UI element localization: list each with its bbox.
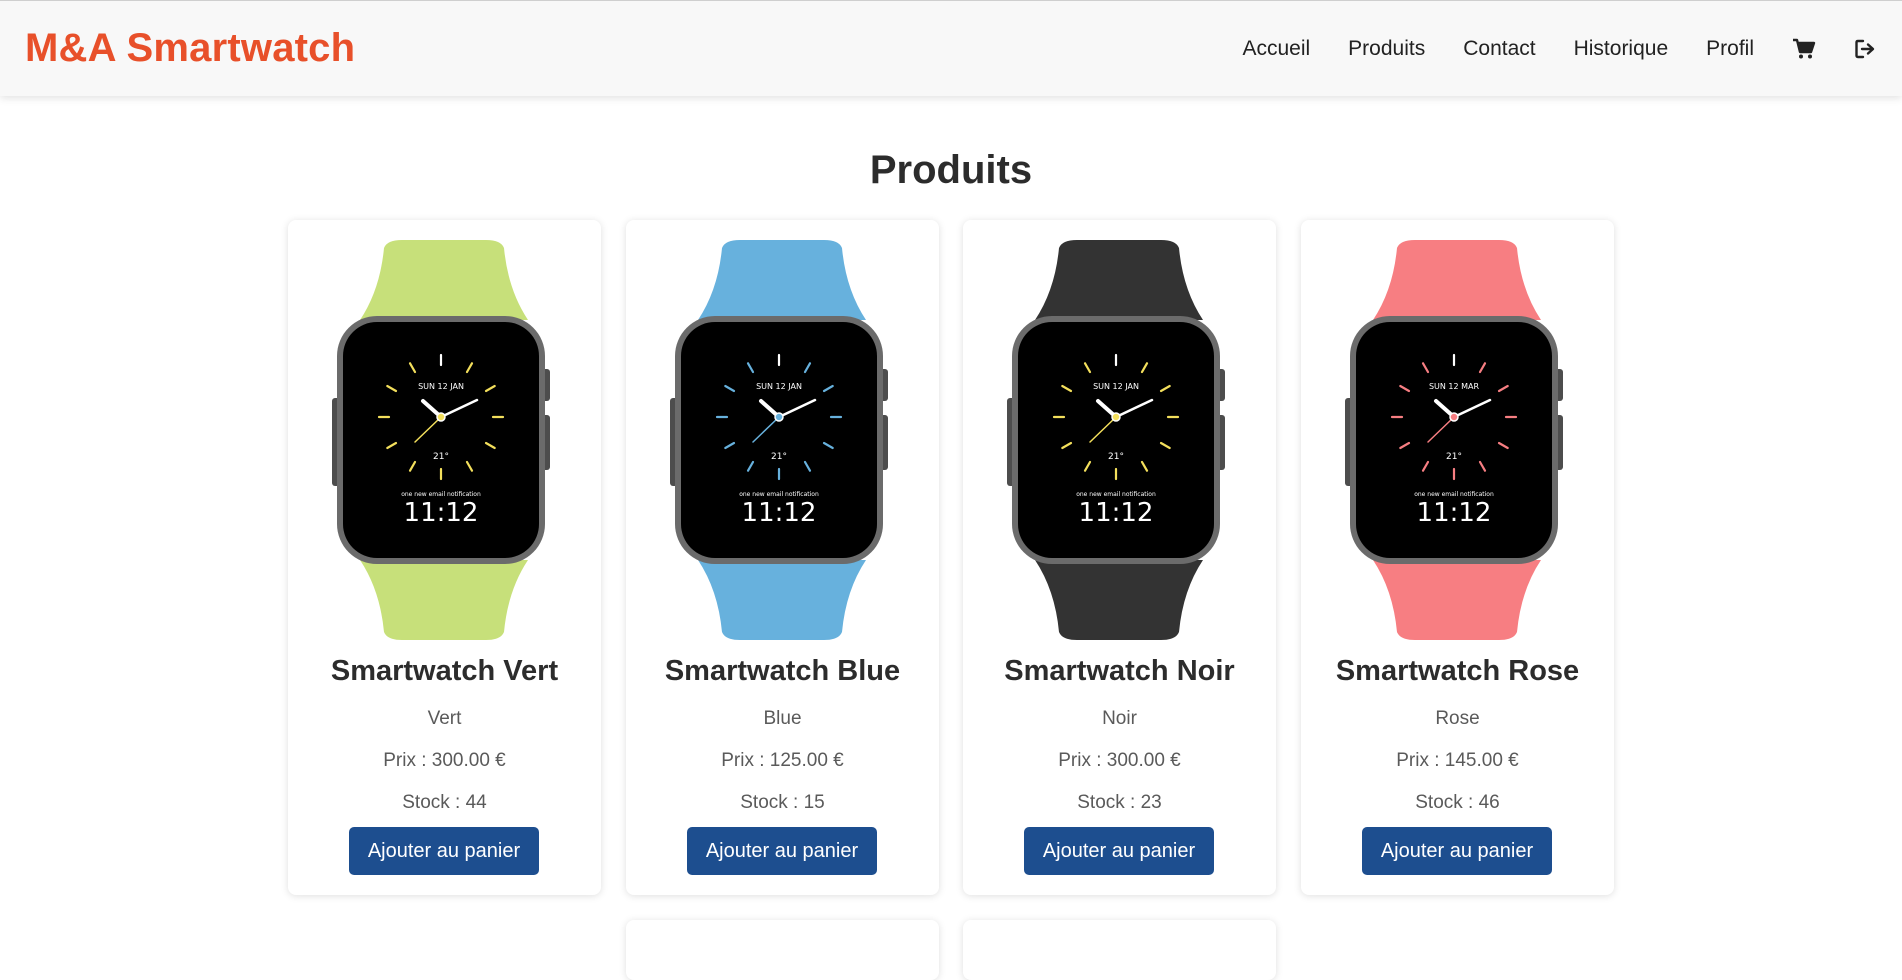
hand-pivot [1449,412,1459,422]
face-date: SUN 12 JAN [756,382,802,391]
product-price: Prix : 145.00 € [1396,750,1519,771]
product-name: Smartwatch Noir [1004,655,1235,687]
watch-image: SUN 12 JAN 21° one new email notification1… [670,240,888,640]
navbar: M&A Smartwatch Accueil Produits Contact … [0,0,1902,96]
product-card-partial [626,920,939,980]
add-to-cart-button[interactable]: Ajouter au panier [349,827,539,875]
main-nav: Accueil Produits Contact Historique Prof… [1204,37,1876,61]
face-temp: 21° [1446,452,1462,462]
nav-contact[interactable]: Contact [1463,37,1535,61]
face-time: 11:12 [742,498,817,528]
face-time: 11:12 [404,498,479,528]
product-card: SUN 12 JAN 21° one new email notification 1… [963,220,1276,895]
watch-band-top [1373,240,1541,320]
face-notice: one new email notification [739,491,819,498]
product-name: Smartwatch Blue [664,655,901,687]
product-card: SUN 12 JAN 21° one new email notification 1… [626,220,939,895]
product-color: Noir [1102,708,1137,729]
watch-band-top [1035,240,1203,320]
hand-pivot [1111,412,1121,422]
hand-pivot [774,412,784,422]
face-temp: 21° [771,452,787,462]
product-name: Smartwatch Vert [330,655,559,687]
add-to-cart-button[interactable]: Ajouter au panier [1024,827,1214,875]
product-card: SUN 12 MAR 21° one new email notification 1… [1301,220,1614,895]
watch-band-bottom [360,560,528,640]
nav-accueil[interactable]: Accueil [1242,37,1310,61]
face-temp: 21° [1108,452,1124,462]
brand-logo[interactable]: M&A Smartwatch [25,26,355,71]
add-to-cart-button[interactable]: Ajouter au panier [1362,827,1552,875]
watch-band-bottom [698,560,866,640]
face-notice: one new email notification [401,491,481,498]
nav-historique[interactable]: Historique [1574,37,1669,61]
watch-image: SUN 12 MAR 21° one new email notification1… [1345,240,1563,640]
face-notice: one new email notification [1414,491,1494,498]
face-notice: one new email notification [1076,491,1156,498]
face-date: SUN 12 JAN [418,382,464,391]
product-color: Rose [1435,708,1480,729]
product-color: Blue [763,708,802,729]
watch-image: SUN 12 JAN 21° one new email notification1… [332,240,550,640]
face-time: 11:12 [1079,498,1154,528]
product-card-partial [963,920,1276,980]
product-stock: Stock : 46 [1415,792,1500,813]
face-temp: 21° [433,452,449,462]
product-price: Prix : 300.00 € [1058,750,1181,771]
nav-profil[interactable]: Profil [1706,37,1754,61]
product-stock: Stock : 15 [740,792,825,813]
watch-image: SUN 12 JAN 21° one new email notification1… [1007,240,1225,640]
product-color: Vert [427,708,462,729]
face-date: SUN 12 JAN [1093,382,1139,391]
cart-icon[interactable] [1792,38,1816,60]
product-card: SUN 12 JAN 21° one new email notification 1… [288,220,601,895]
add-to-cart-button[interactable]: Ajouter au panier [687,827,877,875]
watch-band-bottom [1035,560,1203,640]
product-grid: SUN 12 JAN 21° one new email notification 1… [288,220,1614,980]
page-title: Produits [869,148,1033,192]
product-price: Prix : 125.00 € [721,750,844,771]
watch-band-bottom [1373,560,1541,640]
nav-produits[interactable]: Produits [1348,37,1425,61]
product-name: Smartwatch Rose [1335,655,1580,687]
product-price: Prix : 300.00 € [383,750,506,771]
product-stock: Stock : 23 [1077,792,1162,813]
face-time: 11:12 [1417,498,1492,528]
hand-pivot [436,412,446,422]
logout-icon[interactable] [1854,38,1876,60]
watch-band-top [360,240,528,320]
product-stock: Stock : 44 [402,792,487,813]
face-date: SUN 12 MAR [1429,382,1480,391]
watch-band-top [698,240,866,320]
